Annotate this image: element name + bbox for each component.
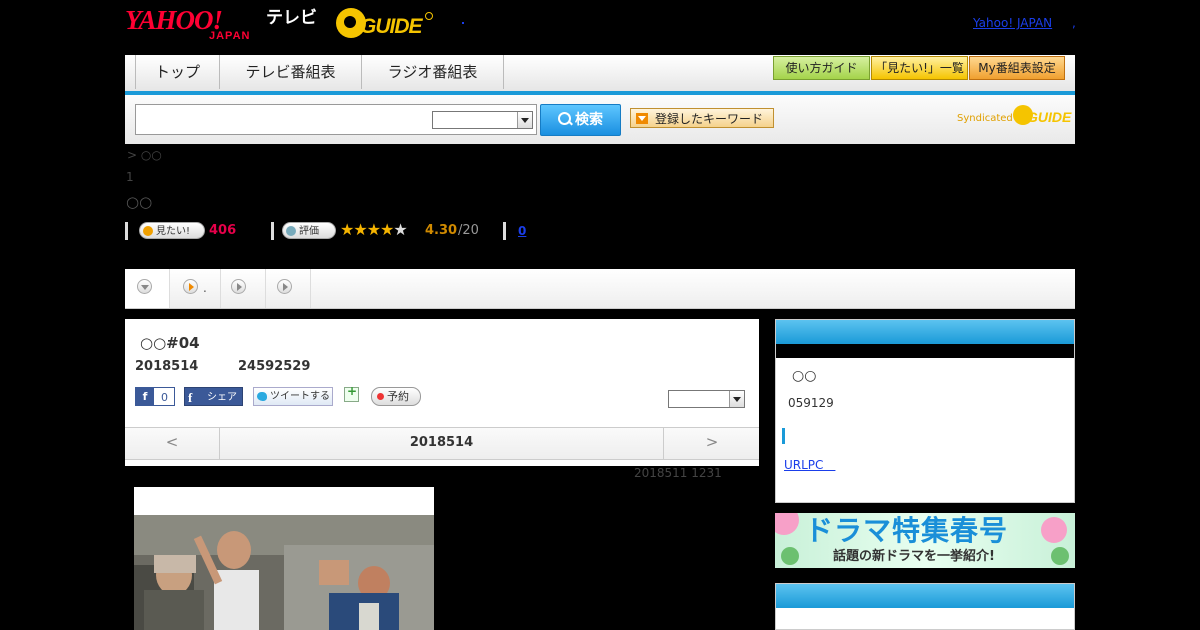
- main-nav: トップ テレビ番組表 ラジオ番組表 使い方ガイド 「見たい!」一覧 My番組表設…: [125, 55, 1075, 95]
- banner-subtitle: 話題の新ドラマを一挙紹介!: [833, 549, 995, 564]
- rate-button[interactable]: 評価: [282, 222, 336, 239]
- section-marker: [782, 428, 785, 444]
- divider: [125, 222, 128, 240]
- date-navigation: < 2018514 >: [125, 427, 759, 460]
- official-url-link[interactable]: URLPC: [784, 458, 835, 472]
- episode-thumbnail[interactable]: [134, 487, 434, 630]
- tab-overview[interactable]: [125, 269, 170, 308]
- thumbnail-image: [134, 515, 434, 630]
- watch-count: 406: [209, 223, 237, 238]
- plus-icon: [143, 226, 153, 236]
- search-button-label: 検索: [575, 112, 603, 128]
- facebook-like-button[interactable]: f 0: [135, 387, 175, 406]
- reserve-label: 予約: [387, 390, 409, 403]
- syndicated-gguide-logo: Syndicated GUIDE: [957, 105, 1072, 127]
- header-comma: ,: [1072, 16, 1076, 30]
- tweet-label: ツイートする: [270, 391, 330, 402]
- chevron-down-icon: [137, 279, 152, 294]
- header-dot: [462, 22, 464, 24]
- yahoo-logo[interactable]: YAHOO! JAPAN: [125, 6, 265, 42]
- facebook-icon: f: [136, 388, 154, 405]
- yahoo-logo-subtext: JAPAN: [209, 30, 251, 42]
- rating-value: 4.30: [425, 223, 458, 238]
- search-button[interactable]: 検索: [540, 104, 621, 136]
- dropdown-arrow-icon: [636, 113, 648, 124]
- flower-icon: [1041, 517, 1067, 543]
- tab-cast[interactable]: [221, 269, 266, 308]
- page-title: ○○: [126, 193, 153, 211]
- facebook-icon: f: [188, 390, 193, 405]
- drama-special-banner[interactable]: ドラマ特集春号 話題の新ドラマを一挙紹介!: [775, 513, 1075, 568]
- search-bar: 検索 登録したキーワード Syndicated GUIDE: [125, 95, 1075, 144]
- want-to-watch-button[interactable]: 見たい!: [139, 222, 205, 239]
- tweet-button[interactable]: ツイートする: [253, 387, 333, 406]
- banner-title: ドラマ特集春号: [805, 514, 1009, 547]
- prev-day-button[interactable]: <: [125, 428, 220, 459]
- info-box-header: [776, 320, 1074, 344]
- episode-panel: ○○#04 2018514 24592529 f 0 f シェア ツイートする …: [125, 319, 759, 466]
- tv-logo-text: テレビ: [266, 8, 317, 28]
- episode-count: 1: [126, 170, 134, 184]
- record-icon: [377, 393, 384, 400]
- tab-related[interactable]: [266, 269, 311, 308]
- rating-stars: ★★★★★: [340, 220, 408, 239]
- play-icon: [183, 279, 198, 294]
- flower-icon: [775, 513, 799, 535]
- gguide-logo-text: GUIDE: [360, 15, 423, 38]
- next-day-button[interactable]: >: [663, 428, 760, 459]
- episode-date: 2018514: [135, 359, 199, 374]
- facebook-share-button[interactable]: f シェア: [184, 387, 243, 406]
- comment-count-link[interactable]: 0: [518, 223, 526, 239]
- saved-keywords-button[interactable]: 登録したキーワード: [630, 108, 774, 128]
- plus-icon: [286, 226, 296, 236]
- divider: [503, 222, 506, 240]
- syndicated-logo-text: GUIDE: [1027, 109, 1072, 125]
- facebook-share-label: シェア: [207, 392, 237, 403]
- sidebar-box-2-header: [776, 584, 1074, 608]
- add-to-calendar-icon[interactable]: [344, 384, 359, 402]
- play-icon: [231, 279, 246, 294]
- nav-tab-radio-schedule[interactable]: ラジオ番組表: [362, 55, 504, 89]
- rate-label: 評価: [299, 226, 319, 237]
- nav-tab-top[interactable]: トップ: [136, 55, 220, 89]
- chevron-down-icon: [729, 391, 744, 407]
- info-box-subheader: [776, 344, 1074, 358]
- updated-timestamp: 2018511 1231: [634, 466, 722, 480]
- yahoo-logo-text: YAHOO!: [125, 5, 223, 35]
- program-time: 059129: [788, 396, 834, 410]
- want-to-watch-label: 見たい!: [156, 226, 191, 237]
- facebook-like-count: 0: [161, 391, 168, 404]
- content-tabs: .: [125, 269, 1075, 309]
- rating-count: /20: [458, 223, 479, 238]
- nav-edge: [125, 55, 136, 89]
- tab-episodes-label: .: [203, 281, 207, 295]
- chevron-down-icon: [517, 112, 532, 128]
- episode-title: ○○#04: [140, 334, 200, 352]
- play-icon: [277, 279, 292, 294]
- search-icon: [558, 112, 571, 125]
- twitter-bird-icon: [257, 392, 267, 401]
- watchlist-button[interactable]: 「見たい!」一覧: [871, 56, 968, 80]
- nav-tab-tv-schedule[interactable]: テレビ番組表: [220, 55, 362, 89]
- divider: [271, 222, 274, 240]
- program-genre: ○○: [792, 368, 817, 384]
- episode-time: 24592529: [238, 359, 311, 374]
- gguide-logo[interactable]: GUIDE: [336, 8, 433, 40]
- syndicated-label: Syndicated: [957, 113, 1013, 124]
- tab-episodes[interactable]: .: [170, 269, 221, 308]
- search-category-select[interactable]: [432, 111, 533, 129]
- usage-guide-button[interactable]: 使い方ガイド: [773, 56, 870, 80]
- registered-icon: [425, 12, 433, 20]
- leaf-icon: [781, 547, 799, 565]
- leaf-icon: [1051, 547, 1069, 565]
- reserve-button[interactable]: 予約: [371, 387, 421, 406]
- saved-keywords-label: 登録したキーワード: [655, 112, 764, 126]
- current-date: 2018514: [409, 435, 474, 450]
- my-schedule-settings-button[interactable]: My番組表設定: [969, 56, 1065, 80]
- sidebar-box-2: [775, 583, 1075, 630]
- program-info-box: ○○ 059129 URLPC: [775, 319, 1075, 503]
- breadcrumb[interactable]: > ○○: [127, 148, 162, 162]
- yahoo-japan-link[interactable]: Yahoo! JAPAN: [973, 16, 1052, 30]
- episode-select[interactable]: [668, 390, 745, 408]
